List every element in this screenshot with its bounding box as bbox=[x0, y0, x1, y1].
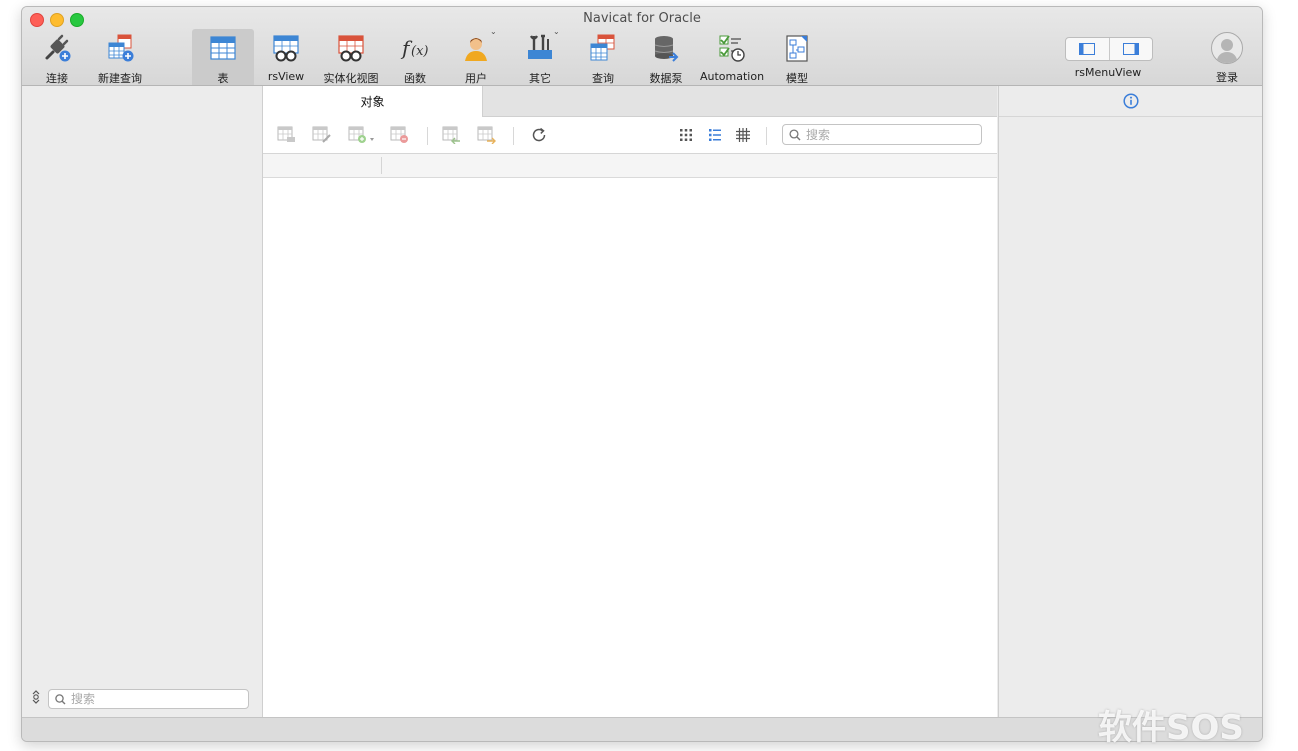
user-dropdown-chevron-icon[interactable]: ⌄ bbox=[490, 27, 497, 36]
app-window: Navicat for Oracle 连接 新建查询 表 rsView 实体化视… bbox=[21, 6, 1263, 742]
delete-table-icon bbox=[390, 126, 408, 143]
toolbar-others-button[interactable]: 其它 bbox=[519, 29, 561, 85]
connection-sidebar bbox=[22, 86, 263, 717]
object-list-header bbox=[263, 154, 997, 178]
toolbar-user-button[interactable]: 用户 bbox=[455, 29, 497, 85]
toolbar-new-query-button[interactable]: 新建查询 bbox=[95, 29, 145, 85]
others-dropdown-chevron-icon[interactable]: ⌄ bbox=[553, 27, 560, 36]
info-pane-header bbox=[999, 86, 1262, 117]
new-table-button[interactable] bbox=[347, 125, 377, 145]
export-icon bbox=[477, 126, 496, 144]
new-query-icon bbox=[105, 33, 135, 63]
refresh-button[interactable] bbox=[528, 125, 550, 145]
svg-text:(x): (x) bbox=[411, 44, 428, 59]
toolbar-data-pump-button[interactable]: 数据泵 bbox=[644, 29, 688, 85]
tab-bar: 对象 bbox=[263, 86, 997, 117]
toolbar-model-label: 模型 bbox=[786, 72, 808, 85]
refresh-icon bbox=[532, 127, 546, 142]
toolbar-table-button[interactable]: 表 bbox=[192, 29, 254, 85]
status-bar bbox=[22, 717, 1262, 741]
toolbar-table-label: 表 bbox=[217, 72, 229, 85]
view-toggle-segmented-control bbox=[1065, 37, 1153, 61]
object-toolbar bbox=[263, 117, 997, 154]
toolbar-model-button[interactable]: 模型 bbox=[777, 29, 817, 85]
object-search-box[interactable] bbox=[782, 124, 982, 145]
object-panel: 对象 bbox=[263, 86, 997, 717]
design-table-icon bbox=[312, 126, 331, 143]
toolbar-others-label: 其它 bbox=[529, 72, 551, 85]
list-view-button[interactable] bbox=[704, 125, 726, 145]
toggle-left-pane-button[interactable] bbox=[1066, 38, 1109, 60]
toggle-right-pane-button[interactable] bbox=[1108, 38, 1153, 60]
toolbar-materialized-view-label: 实体化视图 bbox=[323, 72, 379, 85]
plug-icon bbox=[42, 33, 72, 63]
toolbar-automation-label: Automation bbox=[699, 70, 765, 83]
model-icon bbox=[782, 33, 812, 63]
toolbar-connect-button[interactable]: 连接 bbox=[36, 29, 78, 85]
open-table-icon bbox=[277, 126, 295, 142]
detail-view-button[interactable] bbox=[732, 125, 754, 145]
import-wizard-button[interactable] bbox=[441, 125, 463, 145]
list-icon bbox=[709, 129, 721, 141]
filter-icon[interactable] bbox=[28, 689, 44, 705]
toolbar-view-button[interactable]: rsView bbox=[265, 29, 307, 85]
open-table-button[interactable] bbox=[276, 125, 298, 145]
title-bar: Navicat for Oracle 连接 新建查询 表 rsView 实体化视… bbox=[22, 7, 1262, 86]
design-table-button[interactable] bbox=[311, 125, 333, 145]
sidebar-search-input[interactable] bbox=[71, 692, 231, 706]
login-button[interactable]: 登录 bbox=[1207, 32, 1247, 85]
grid-dots-icon bbox=[680, 129, 692, 141]
toolbar-divider bbox=[766, 127, 767, 145]
search-icon bbox=[55, 693, 66, 704]
new-table-icon bbox=[348, 126, 374, 143]
materialized-view-icon bbox=[336, 33, 366, 63]
toolbar-materialized-view-button[interactable]: 实体化视图 bbox=[320, 29, 382, 85]
left-pane-icon bbox=[1079, 43, 1096, 55]
table-icon bbox=[208, 33, 238, 63]
toolbar-connect-label: 连接 bbox=[46, 72, 68, 85]
toolbar-function-button[interactable]: f (x) 函数 bbox=[395, 29, 435, 85]
view-toggle-label: rsMenuView bbox=[1074, 66, 1142, 79]
toolbar-data-pump-label: 数据泵 bbox=[649, 72, 683, 85]
data-pump-icon bbox=[651, 33, 681, 63]
watermark-logo: 软件SOS bbox=[1098, 708, 1244, 748]
login-label: 登录 bbox=[1216, 71, 1238, 84]
toolbar-divider bbox=[513, 127, 514, 145]
import-icon bbox=[442, 126, 460, 144]
window-title: Navicat for Oracle bbox=[583, 11, 701, 26]
function-icon: f (x) bbox=[400, 33, 430, 63]
column-divider[interactable] bbox=[381, 157, 382, 174]
automation-icon bbox=[717, 33, 747, 63]
toolbar-query-button[interactable]: 查询 bbox=[582, 29, 624, 85]
search-icon bbox=[789, 128, 801, 140]
tools-icon bbox=[525, 33, 555, 63]
right-pane-icon bbox=[1122, 43, 1139, 55]
icon-view-button[interactable] bbox=[675, 125, 697, 145]
tab-objects[interactable]: 对象 bbox=[263, 86, 483, 117]
toolbar-new-query-label: 新建查询 bbox=[98, 72, 142, 85]
info-pane bbox=[998, 86, 1262, 717]
query-icon bbox=[588, 33, 618, 63]
view-icon bbox=[271, 33, 301, 63]
toolbar-function-label: 函数 bbox=[404, 72, 426, 85]
toolbar-automation-button[interactable]: Automation bbox=[700, 29, 764, 85]
toolbar-divider bbox=[427, 127, 428, 145]
sidebar-search-box[interactable] bbox=[48, 689, 249, 709]
object-search-input[interactable] bbox=[806, 127, 966, 142]
info-icon[interactable] bbox=[1123, 93, 1139, 109]
toolbar-user-label: 用户 bbox=[465, 72, 487, 85]
user-icon bbox=[461, 33, 491, 63]
delete-table-button[interactable] bbox=[389, 125, 411, 145]
avatar-icon bbox=[1211, 32, 1243, 64]
toolbar-view-label: rsView bbox=[267, 70, 305, 83]
detail-grid-icon bbox=[736, 128, 750, 142]
toolbar-query-label: 查询 bbox=[592, 72, 614, 85]
export-wizard-button[interactable] bbox=[476, 125, 498, 145]
